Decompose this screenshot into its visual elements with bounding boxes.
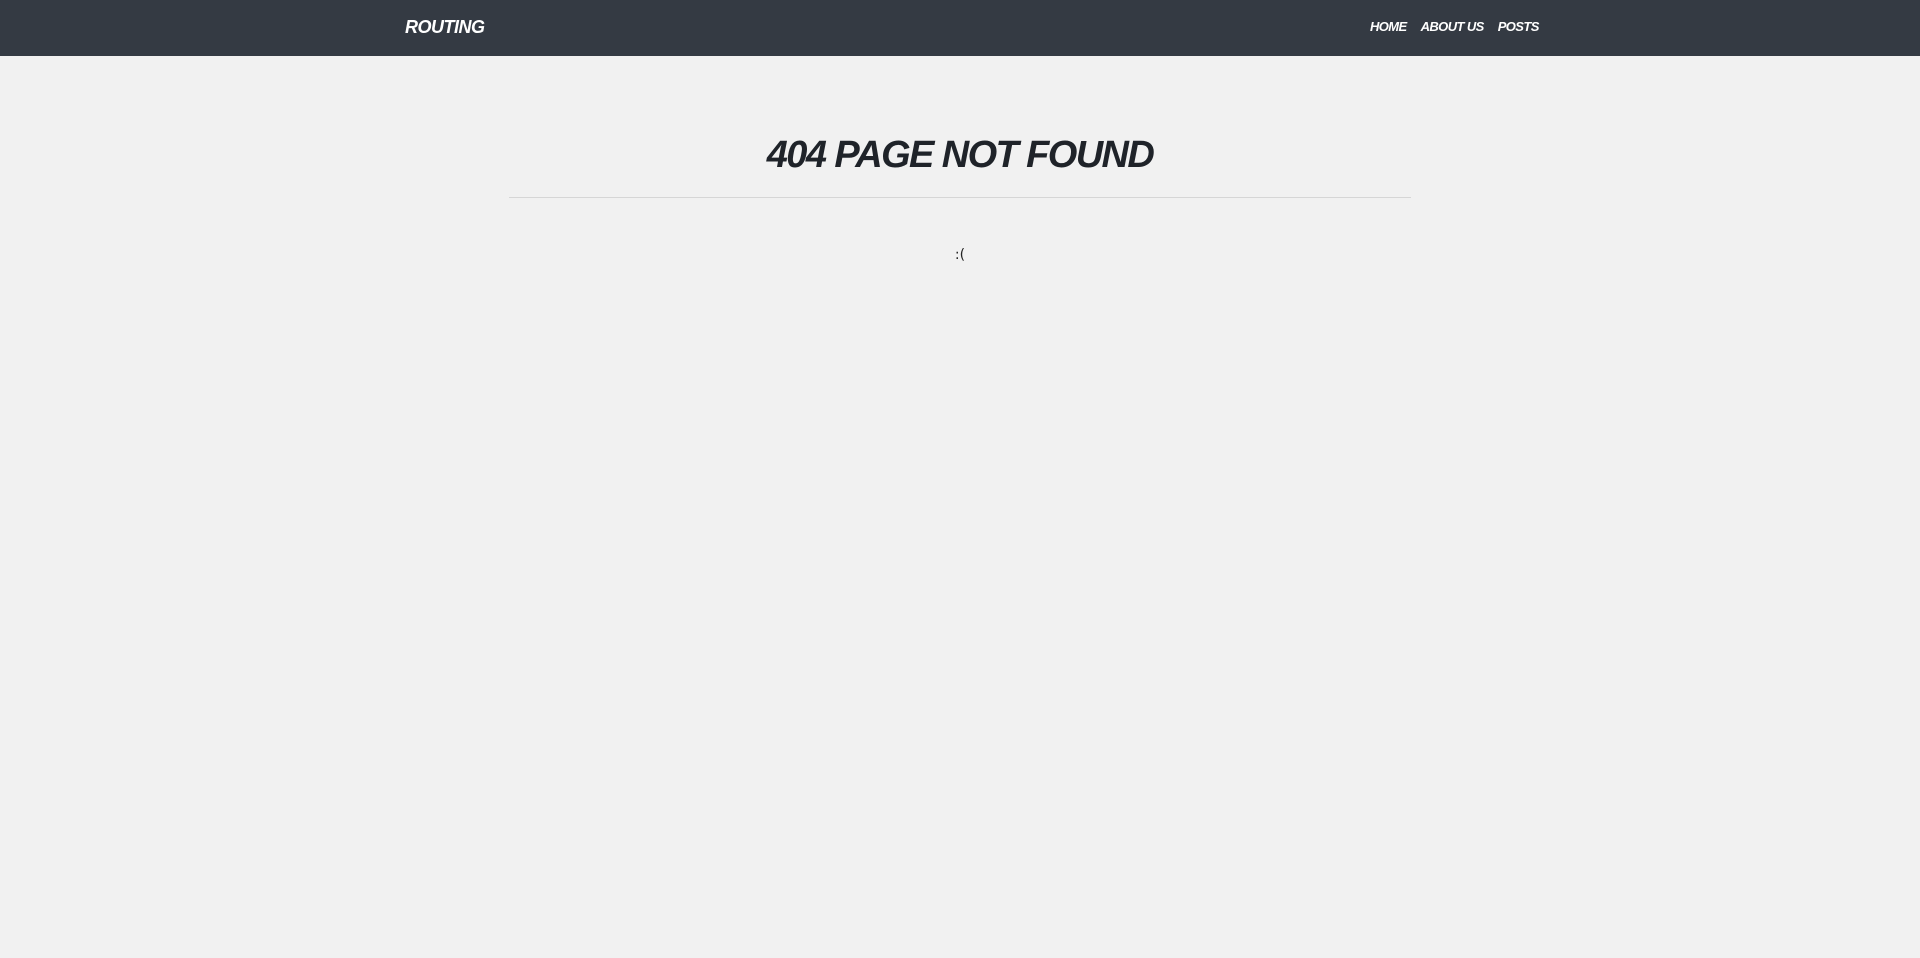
main-content: 404 PAGE NOT FOUND :(: [509, 56, 1411, 264]
page-title: 404 PAGE NOT FOUND: [766, 134, 1155, 176]
nav-link-about-us[interactable]: ABOUT US: [1421, 18, 1485, 36]
main-nav: HOME ABOUT US POSTS: [1370, 18, 1539, 36]
nav-link-home[interactable]: HOME: [1370, 18, 1407, 36]
nav-link-posts[interactable]: POSTS: [1498, 18, 1540, 36]
title-divider: [509, 197, 1411, 198]
top-navbar: ROUTING HOME ABOUT US POSTS: [0, 0, 1920, 56]
brand-link[interactable]: ROUTING: [405, 16, 485, 38]
sad-face-message: :(: [954, 247, 966, 263]
